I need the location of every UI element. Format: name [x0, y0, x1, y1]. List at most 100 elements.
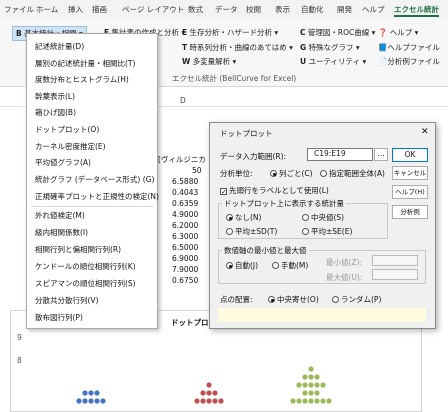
menu-item-stat-graph[interactable]: 統計グラフ (データベース形式) (G): [35, 174, 154, 185]
menu-item-boxplot[interactable]: 箱ひげ図(B): [35, 107, 76, 118]
tab-automate[interactable]: 自動化: [301, 4, 324, 15]
examples-button[interactable]: 📄分析例ファイル: [378, 56, 440, 67]
unit-all-radio[interactable]: 指定範囲全体(A): [320, 168, 385, 179]
value-cell[interactable]: 7.9000: [172, 265, 198, 274]
timeseries-button[interactable]: T 時系列分析・曲線のあてはめ ▾: [182, 42, 293, 53]
min-input[interactable]: [372, 255, 418, 266]
menu-item-outlier[interactable]: 外れ値検定(M): [35, 210, 85, 221]
dot-mark: [320, 398, 326, 404]
dot-mark: [76, 398, 82, 404]
dot-mark: [308, 374, 314, 380]
help-file-button[interactable]: 📘ヘルプファイル: [378, 42, 440, 53]
tab-formulas[interactable]: 数式: [188, 4, 203, 15]
menu-item-covariance[interactable]: 分散共分散行列(V): [35, 295, 98, 306]
dot-mark: [82, 390, 88, 396]
value-cell[interactable]: 0.6359: [172, 199, 198, 208]
dot-mark: [314, 374, 320, 380]
dot-mark: [206, 382, 212, 388]
tab-page-layout[interactable]: ページ レイアウト: [122, 4, 184, 15]
menu-item-spearman[interactable]: スピアマンの順位相関行列(S): [35, 278, 136, 289]
axis-manual-radio[interactable]: 手動(M): [272, 260, 308, 271]
tab-file[interactable]: ファイル: [4, 4, 34, 15]
tab-review[interactable]: 校閲: [246, 4, 261, 15]
dot-mark: [88, 398, 94, 404]
value-cell[interactable]: 6.2000: [172, 221, 198, 230]
dot-mark: [314, 390, 320, 396]
menu-item-kendall[interactable]: ケンドールの順位相関行列(K): [35, 261, 136, 272]
ok-button[interactable]: OK: [392, 148, 428, 162]
axis-auto-radio[interactable]: 自動(J): [226, 260, 258, 271]
menu-item-normal-plot[interactable]: 正規確率プロットと正規性の検定(N): [35, 191, 159, 202]
tab-excel-stats[interactable]: エクセル統計: [394, 4, 439, 17]
stat-median-radio[interactable]: 中央値(S): [302, 212, 344, 223]
dot-mark: [200, 390, 206, 396]
stat-mean-sd-radio[interactable]: 平均±SD(T): [226, 226, 277, 237]
menu-item-correlation[interactable]: 相関行列と偏相関行列(R): [35, 244, 121, 255]
dot-mark: [314, 382, 320, 388]
tab-view[interactable]: 表示: [275, 4, 290, 15]
value-cell[interactable]: 4.9000: [172, 210, 198, 219]
survival-button[interactable]: E 生存分析・ハザード分析 ▾: [182, 27, 278, 38]
menu-item-histogram[interactable]: 度数分布とヒストグラム(H): [35, 74, 129, 85]
cancel-button[interactable]: キャンセル: [392, 166, 428, 180]
help-icon: ❓: [378, 28, 388, 37]
value-cell[interactable]: 6.5880: [172, 177, 198, 186]
menu-item-scatter-matrix[interactable]: 散布図行列(P): [35, 312, 83, 323]
menu-item-dotplot[interactable]: ドットプロット(O): [35, 124, 99, 135]
dot-mark: [302, 390, 308, 396]
menu-item-kernel[interactable]: カーネル密度推定(E): [35, 141, 106, 152]
range-picker-button[interactable]: …: [374, 148, 388, 161]
max-input[interactable]: [372, 269, 418, 280]
tab-insert[interactable]: 挿入: [68, 4, 83, 15]
first-row-checkbox[interactable]: ✓ 先頭行をラベルとして使用(L): [220, 185, 329, 196]
placement-random-radio[interactable]: ランダム(P): [332, 294, 381, 305]
menu-item-stem-leaf[interactable]: 幹葉表示(L): [35, 91, 75, 102]
dot-mark: [206, 398, 212, 404]
menu-item-descriptive[interactable]: 記述統計量(D): [35, 41, 84, 52]
stat-mean-se-radio[interactable]: 平均±SE(E): [302, 226, 352, 237]
help-button[interactable]: ヘルプ(H): [392, 185, 428, 199]
tab-draw[interactable]: 描画: [92, 4, 107, 15]
placement-center-radio[interactable]: 中央寄せ(O): [268, 294, 319, 305]
placement-label: 点の配置:: [220, 295, 253, 304]
menu-item-stratified[interactable]: 層別の記述統計量・相関比(T): [35, 58, 135, 69]
special-graph-button[interactable]: G 特殊なグラフ ▾: [300, 42, 360, 53]
status-bar: [218, 308, 426, 322]
value-cell[interactable]: 0.4043: [172, 188, 198, 197]
menu-item-icc[interactable]: 級内相関係数(I): [35, 227, 88, 238]
value-cell[interactable]: 0.6750: [172, 276, 198, 285]
help-menu-button[interactable]: ❓ ヘルプ ▾: [378, 27, 418, 38]
dot-mark: [308, 382, 314, 388]
tab-developer[interactable]: 開発: [337, 4, 352, 15]
value-cell[interactable]: 6.3000: [172, 232, 198, 241]
dot-mark: [314, 398, 320, 404]
dot-mark: [290, 398, 296, 404]
stat-none-radio[interactable]: なし(N): [226, 212, 261, 223]
quality-button[interactable]: C 管理図・ROC曲線 ▾: [300, 27, 375, 38]
tab-help[interactable]: ヘルプ: [362, 4, 385, 15]
utility-button[interactable]: U ユーティリティ ▾: [300, 56, 366, 67]
tab-home[interactable]: ホーム: [36, 4, 58, 15]
dot-mark: [94, 398, 100, 404]
value-cell[interactable]: 50: [192, 166, 202, 175]
value-cell[interactable]: 6.5000: [172, 243, 198, 252]
dot-mark: [206, 390, 212, 396]
multivariate-button[interactable]: W 多変量解析 ▾: [182, 56, 236, 67]
dot-mark: [302, 398, 308, 404]
example-button[interactable]: 分析例: [392, 205, 428, 219]
value-cell[interactable]: 6.9000: [172, 254, 198, 263]
column-header-d[interactable]: D: [180, 96, 186, 105]
dot-mark: [212, 398, 218, 404]
range-input[interactable]: C19:E19: [307, 148, 373, 161]
close-icon[interactable]: ✕: [421, 127, 429, 137]
dialog-title: ドットプロット: [220, 129, 273, 138]
unit-col-radio[interactable]: 列ごと(C): [270, 168, 313, 179]
menu-item-mean-graph[interactable]: 平均値グラフ(A): [35, 157, 91, 168]
range-label: データ入力範囲(R):: [220, 152, 287, 161]
dot-mark: [308, 398, 314, 404]
header-cell[interactable]: [ヴィルジニカ: [158, 154, 206, 165]
min-label: 最小値(Z):: [326, 258, 363, 267]
tab-data[interactable]: データ: [215, 4, 238, 15]
stats-group-label: ドットプロット上に表示する統計量: [222, 198, 346, 209]
ribbon-group-label: エクセル統計 (BellCurve for Excel): [172, 74, 297, 83]
